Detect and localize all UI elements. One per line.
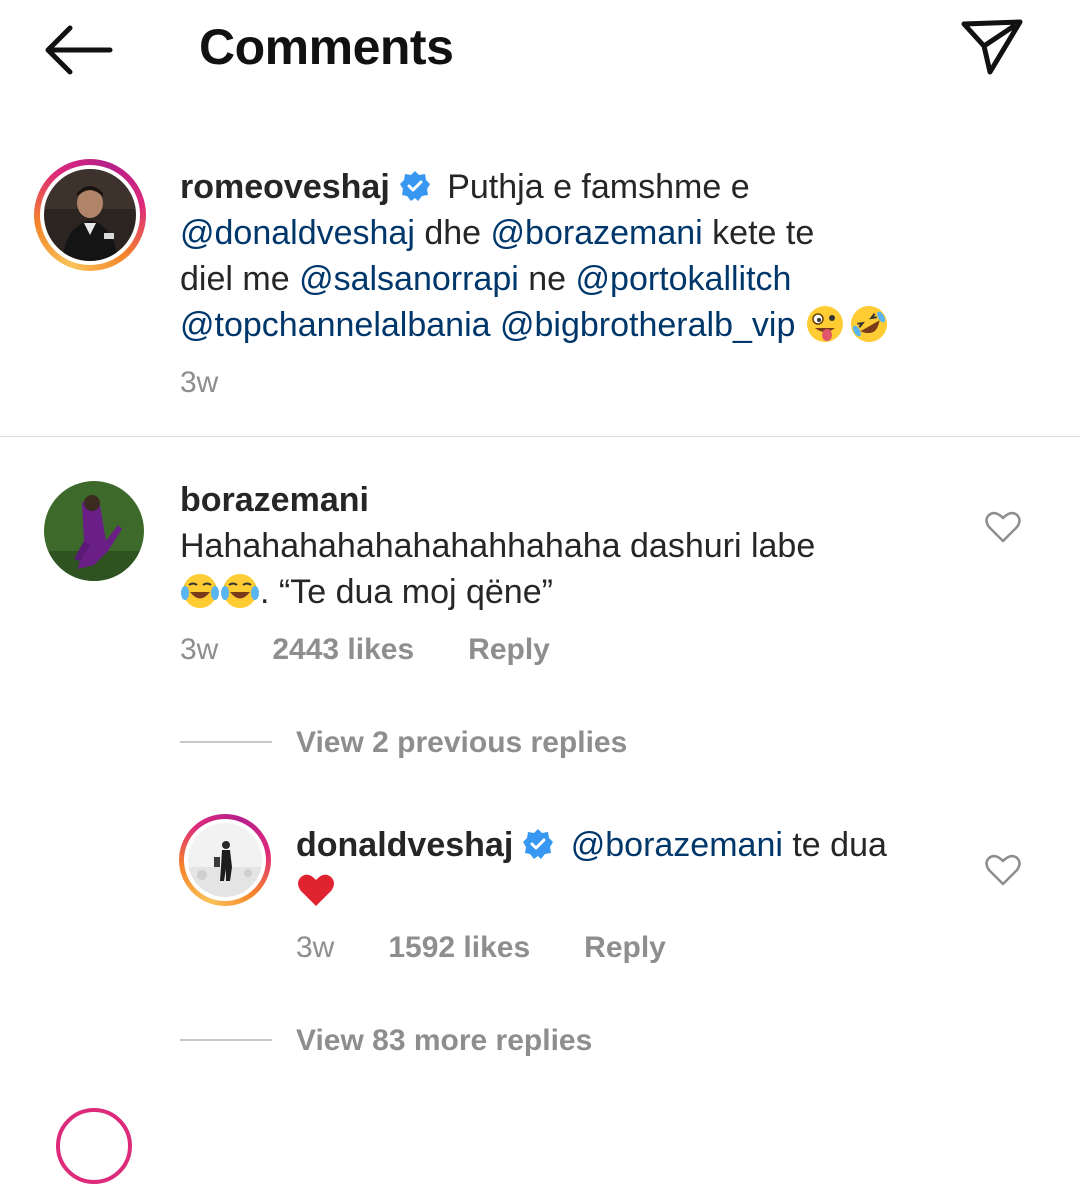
- mention-link[interactable]: @salsanorrapi: [299, 260, 519, 298]
- mention-link[interactable]: @bigbrotheralb_vip: [500, 306, 795, 344]
- mention-link[interactable]: @borazemani: [491, 214, 703, 252]
- avatar-photo: [44, 169, 136, 261]
- verified-badge-icon: [523, 829, 554, 859]
- comment-segment: Hahahahahahahahahhahaha dashuri labe: [180, 527, 816, 565]
- reply-button[interactable]: Reply: [584, 931, 666, 964]
- next-comment-avatar[interactable]: [56, 1108, 132, 1184]
- comment-meta: 3w 2443 likes Reply: [180, 633, 604, 667]
- divider: [0, 436, 1080, 437]
- mention-link[interactable]: @borazemani: [571, 826, 783, 864]
- red-heart-emoji: [298, 874, 334, 906]
- comment-time: 3w: [180, 633, 219, 666]
- comment-avatar[interactable]: [44, 481, 144, 581]
- caption-segment: ne: [528, 260, 567, 298]
- comment-segment: . “Te dua moj qëne”: [260, 573, 553, 611]
- back-arrow-icon[interactable]: [40, 22, 116, 78]
- caption-avatar[interactable]: [34, 159, 146, 271]
- rolling-laughing-emoji: [850, 306, 887, 342]
- view-more-replies[interactable]: View 83 more replies: [296, 1024, 592, 1058]
- tears-of-joy-emoji: [221, 574, 259, 608]
- reply-username[interactable]: donaldveshaj: [296, 826, 513, 864]
- caption-segment: dhe: [424, 214, 482, 252]
- caption-time: 3w: [180, 366, 219, 399]
- comment-text: borazemani Hahahahahahahahahhahaha dashu…: [180, 477, 970, 615]
- mention-link[interactable]: @donaldveshaj: [180, 214, 415, 252]
- mention-link[interactable]: @portokallitch: [576, 260, 792, 298]
- replies-line: [180, 1039, 272, 1041]
- tears-of-joy-emoji: [181, 574, 219, 608]
- reply-likes[interactable]: 1592 likes: [388, 931, 530, 964]
- avatar-photo: [188, 823, 262, 897]
- comment-username[interactable]: borazemani: [180, 481, 369, 519]
- view-previous-replies[interactable]: View 2 previous replies: [296, 726, 627, 760]
- reply-button[interactable]: Reply: [468, 633, 550, 666]
- page-title: Comments: [199, 19, 454, 75]
- like-heart-icon[interactable]: [985, 853, 1021, 887]
- caption-username[interactable]: romeoveshaj: [180, 168, 390, 206]
- caption-text: romeoveshaj Puthja e famshme e @donaldve…: [180, 164, 1040, 348]
- reply-text: donaldveshaj @borazemani te dua: [296, 822, 976, 914]
- reply-segment: te dua: [792, 826, 887, 864]
- verified-badge-icon: [399, 171, 430, 201]
- mention-link[interactable]: @topchannelalbania: [180, 306, 491, 344]
- avatar-photo: [44, 481, 144, 581]
- like-heart-icon[interactable]: [985, 510, 1021, 544]
- reply-meta: 3w 1592 likes Reply: [296, 931, 720, 965]
- reply-avatar[interactable]: [179, 814, 271, 906]
- reply-time: 3w: [296, 931, 335, 964]
- send-direct-icon[interactable]: [958, 16, 1026, 78]
- comment-likes[interactable]: 2443 likes: [272, 633, 414, 666]
- caption-segment: kete te: [712, 214, 815, 252]
- zany-face-emoji: [806, 306, 843, 342]
- caption-segment: diel me: [180, 260, 290, 298]
- caption-segment: Puthja e famshme e: [447, 168, 750, 206]
- replies-line: [180, 741, 272, 743]
